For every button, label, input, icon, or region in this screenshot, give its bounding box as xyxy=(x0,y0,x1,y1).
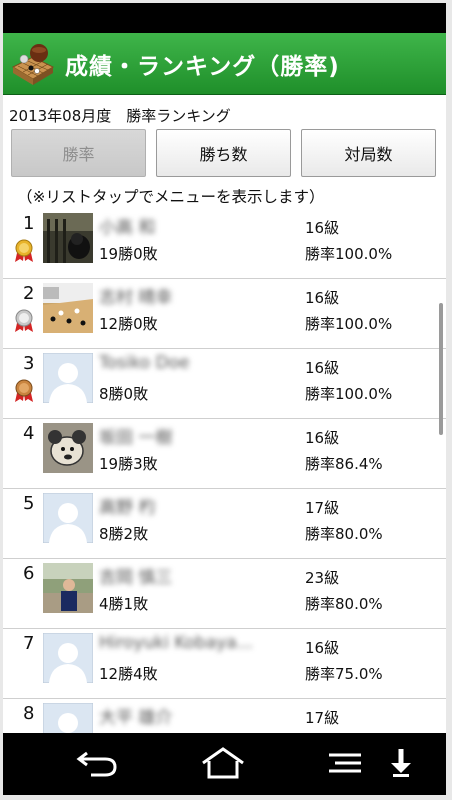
default-avatar-icon xyxy=(42,702,94,733)
rank-number: 7 xyxy=(23,633,35,654)
player-grade: 17級 xyxy=(305,709,340,727)
player-name: 大平 雄介 xyxy=(99,708,173,728)
rank-number: 4 xyxy=(23,423,35,444)
player-grade: 23級 xyxy=(305,569,340,587)
avatar xyxy=(43,423,93,473)
player-name: 坂田 一樹 xyxy=(99,428,173,448)
win-loss-record: 12勝4敗 xyxy=(99,665,158,683)
list-item[interactable]: 3 Tosiko Doe 8勝0敗 16級 勝率100.0% xyxy=(3,349,446,419)
win-loss-record: 8勝0敗 xyxy=(99,385,149,403)
list-item[interactable]: 1 小高 和 19勝0敗 16級 勝率100.0% xyxy=(3,209,446,279)
player-grade: 16級 xyxy=(305,639,340,657)
win-loss-record: 4勝1敗 xyxy=(99,595,149,613)
player-name: Tosiko Doe xyxy=(99,353,190,373)
rank-number: 3 xyxy=(23,353,35,374)
player-name: 高野 杓 xyxy=(99,498,156,518)
tab-win-rate[interactable]: 勝率 xyxy=(11,129,146,177)
win-loss-record: 19勝3敗 xyxy=(99,455,158,473)
list-scrollbar[interactable] xyxy=(439,303,443,435)
player-grade: 16級 xyxy=(305,219,340,237)
status-bar xyxy=(3,3,446,33)
gold-medal-icon xyxy=(14,239,34,263)
ranking-period-title: 2013年08月度 勝率ランキング xyxy=(9,107,231,125)
tab-wins[interactable]: 勝ち数 xyxy=(156,129,291,177)
silver-medal-icon xyxy=(14,309,34,333)
player-grade: 16級 xyxy=(305,289,340,307)
list-item[interactable]: 7 Hiroyuki Kobaya... 12勝4敗 16級 勝率75.0% xyxy=(3,629,446,699)
app-bar: 成績・ランキング（勝率) xyxy=(3,33,446,95)
back-arrow-icon[interactable] xyxy=(75,747,119,779)
list-item[interactable]: 5 高野 杓 8勝2敗 17級 勝率80.0% xyxy=(3,489,446,559)
default-avatar-icon xyxy=(42,632,94,684)
bronze-medal-icon xyxy=(14,379,34,403)
player-name: 吉岡 慎三 xyxy=(99,568,173,588)
list-item[interactable]: 2 志村 晴幸 12勝0敗 16級 勝率100.0% xyxy=(3,279,446,349)
win-loss-record: 8勝2敗 xyxy=(99,525,149,543)
tab-games[interactable]: 対局数 xyxy=(301,129,436,177)
rank-number: 5 xyxy=(23,493,35,514)
app-title: 成績・ランキング（勝率) xyxy=(65,53,340,80)
phone-screen: 成績・ランキング（勝率) 2013年08月度 勝率ランキング 勝率 勝ち数 対局… xyxy=(3,3,446,795)
win-loss-record: 19勝0敗 xyxy=(99,245,158,263)
system-nav-bar xyxy=(3,733,446,795)
rank-number: 6 xyxy=(23,563,35,584)
win-rate: 勝率80.0% xyxy=(305,595,383,613)
win-rate: 勝率80.0% xyxy=(305,525,383,543)
ranking-content: 2013年08月度 勝率ランキング 勝率 勝ち数 対局数 （※リストタップでメニ… xyxy=(3,95,446,733)
download-arrow-icon[interactable] xyxy=(387,747,415,779)
win-rate: 勝率86.4% xyxy=(305,455,383,473)
home-icon[interactable] xyxy=(199,747,247,779)
win-rate: 勝率75.0% xyxy=(305,665,383,683)
player-grade: 16級 xyxy=(305,429,340,447)
win-rate: 勝率100.0% xyxy=(305,385,393,403)
avatar xyxy=(43,213,93,263)
rank-number: 2 xyxy=(23,283,35,304)
list-hint: （※リストタップでメニューを表示します） xyxy=(17,188,325,206)
player-name: Hiroyuki Kobaya... xyxy=(99,633,253,653)
list-item[interactable]: 8 大平 雄介 17級 xyxy=(3,699,446,733)
win-loss-record: 12勝0敗 xyxy=(99,315,158,333)
default-avatar-icon xyxy=(42,352,94,404)
ranking-list: 1 小高 和 19勝0敗 16級 勝率100.0% 2 志村 晴幸 12勝0敗 … xyxy=(3,209,446,733)
go-board-icon xyxy=(9,41,57,87)
list-item[interactable]: 4 坂田 一樹 19勝3敗 16級 勝率86.4% xyxy=(3,419,446,489)
list-item[interactable]: 6 吉岡 慎三 4勝1敗 23級 勝率80.0% xyxy=(3,559,446,629)
player-grade: 16級 xyxy=(305,359,340,377)
player-name: 志村 晴幸 xyxy=(99,288,173,308)
rank-number: 1 xyxy=(23,213,35,234)
avatar xyxy=(43,283,93,333)
win-rate: 勝率100.0% xyxy=(305,315,393,333)
menu-icon[interactable] xyxy=(325,747,365,779)
rank-number: 8 xyxy=(23,703,35,724)
default-avatar-icon xyxy=(42,492,94,544)
win-rate: 勝率100.0% xyxy=(305,245,393,263)
avatar xyxy=(43,563,93,613)
player-grade: 17級 xyxy=(305,499,340,517)
player-name: 小高 和 xyxy=(99,218,156,238)
sort-tabs: 勝率 勝ち数 対局数 xyxy=(3,125,446,177)
